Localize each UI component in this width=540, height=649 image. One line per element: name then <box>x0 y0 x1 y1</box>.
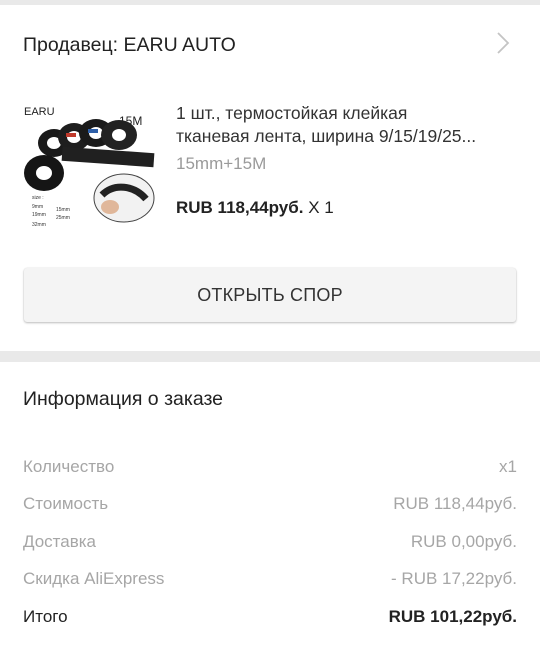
product-thumbnail: EARU 15M size : 9mm 15mm 19mm 25mm 32mm <box>22 95 158 235</box>
order-info-row: Доставка RUB 0,00руб. <box>23 532 517 556</box>
product-item[interactable]: EARU 15M size : 9mm 15mm 19mm 25mm 32mm … <box>0 87 540 247</box>
product-title-line-1: 1 шт., термостойкая клейкая <box>176 103 408 123</box>
shipping-value: RUB 0,00руб. <box>410 532 517 551</box>
discount-label: Скидка AliExpress <box>23 569 165 588</box>
quantity-label: Количество <box>23 457 115 476</box>
seller-name: Продавец: EARU AUTO <box>23 34 236 56</box>
discount-value: - RUB 17,22руб. <box>391 569 517 588</box>
thumb-size-heading: size : <box>32 195 44 201</box>
thumb-brand-label: EARU <box>24 106 55 118</box>
total-value: RUB 101,22руб. <box>388 607 517 626</box>
product-price: RUB 118,44руб. <box>176 198 304 217</box>
thumb-size-15: 15mm <box>56 207 70 213</box>
order-info-title: Информация о заказе <box>23 388 224 410</box>
order-info-card: Информация о заказе Количество x1 Стоимо… <box>0 362 540 649</box>
seller-row[interactable]: Продавец: EARU AUTO <box>0 5 540 81</box>
thumb-size-19: 19mm <box>32 212 46 218</box>
quantity-value: x1 <box>499 457 517 476</box>
order-info-row: Скидка AliExpress - RUB 17,22руб. <box>23 569 517 593</box>
thumb-size-9: 9mm <box>32 204 43 210</box>
open-dispute-button[interactable]: ОТКРЫТЬ СПОР <box>24 268 516 322</box>
cost-label: Стоимость <box>23 494 109 513</box>
order-info-row: Количество x1 <box>23 457 517 481</box>
thumb-size-25: 25mm <box>56 215 70 221</box>
total-label: Итого <box>23 607 68 626</box>
order-product-card: Продавец: EARU AUTO EARU 15M size: 9mm … <box>0 5 540 351</box>
product-quantity: X 1 <box>308 198 334 217</box>
product-title: 1 шт., термостойкая клейкая тканевая лен… <box>176 102 522 148</box>
chevron-right-icon <box>497 32 510 54</box>
product-price-row: RUB 118,44руб. X 1 <box>176 198 334 218</box>
product-title-line-2: тканевая лента, ширина 9/15/19/25... <box>176 126 477 146</box>
order-info-row: Стоимость RUB 118,44руб. <box>23 494 517 518</box>
shipping-label: Доставка <box>23 532 97 551</box>
cost-value: RUB 118,44руб. <box>393 494 517 513</box>
product-variant: 15mm+15M <box>176 154 267 173</box>
thumb-size-32: 32mm <box>32 222 46 228</box>
order-total-row: Итого RUB 101,22руб. <box>23 607 517 631</box>
